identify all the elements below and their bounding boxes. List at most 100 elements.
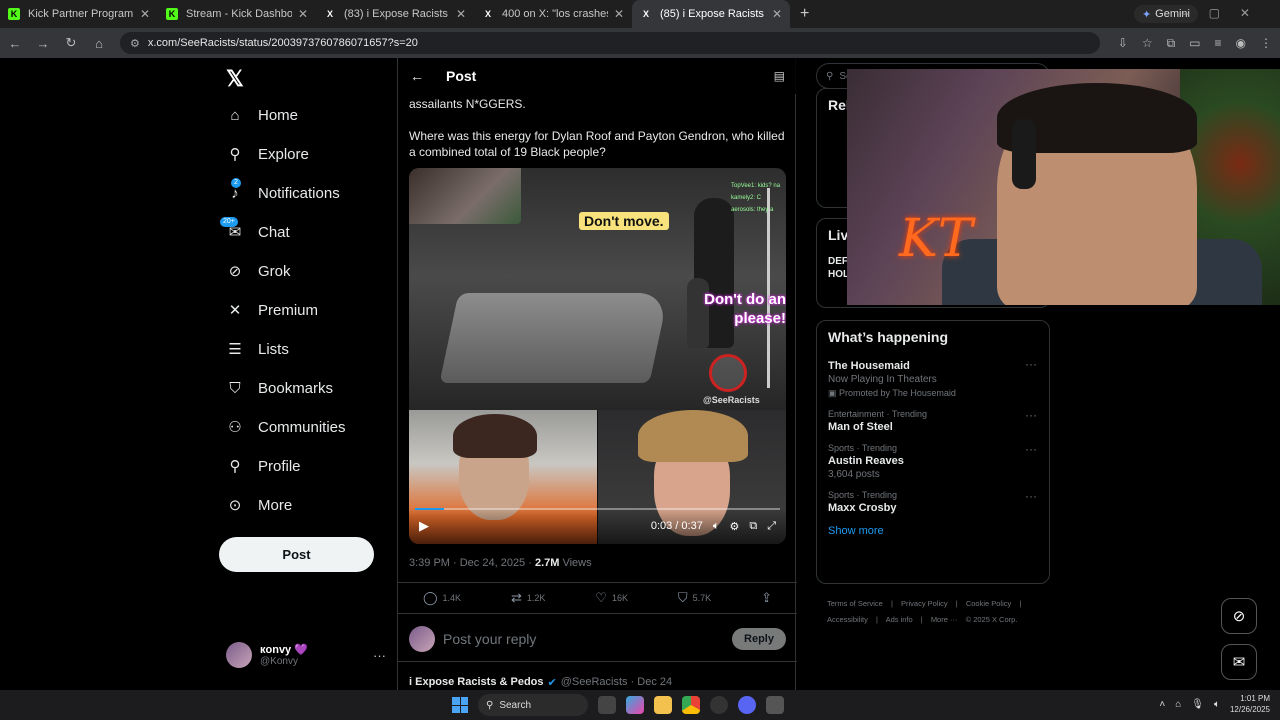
home-icon: ⌂	[230, 106, 240, 124]
app-icon[interactable]	[766, 696, 784, 714]
tab-title: Kick Partner Program - Kick Da	[28, 8, 134, 20]
nav-profile[interactable]: ⚲ Profile	[226, 457, 301, 476]
envelope-icon: ✉	[1232, 654, 1246, 671]
trend-item[interactable]: Entertainment · Trending Man of Steel ··…	[817, 404, 1049, 438]
settings-gear-icon[interactable]: ⚙	[729, 520, 739, 533]
play-icon[interactable]: ▶	[419, 518, 429, 534]
back-arrow-icon[interactable]: ←	[410, 68, 424, 84]
close-tab-icon[interactable]: ✕	[456, 7, 466, 21]
nav-communities[interactable]: ⚇ Communities	[226, 418, 345, 437]
reply-input[interactable]: Post your reply	[443, 631, 536, 647]
extensions-icon[interactable]: ⧉	[1167, 36, 1176, 51]
more-dots-icon[interactable]: ···	[1025, 442, 1037, 456]
more-dots-icon[interactable]: ···	[1025, 357, 1037, 371]
repost-action[interactable]: ⇄ 1.2K	[511, 590, 545, 606]
more-dots-icon[interactable]: ···	[1025, 408, 1037, 422]
address-bar[interactable]: ⚙ x.com/SeeRacists/status/20039737607860…	[120, 32, 1100, 54]
task-view-icon[interactable]	[598, 696, 616, 714]
chevron-up-icon[interactable]: ˄	[1159, 699, 1165, 710]
more-dots-icon[interactable]: ···	[1025, 489, 1037, 503]
volume-icon[interactable]: 🔈︎	[1214, 699, 1220, 710]
card-title: What’s happening	[828, 329, 949, 345]
nav-explore[interactable]: ⚲ Explore	[226, 145, 309, 164]
profile-avatar-icon[interactable]: ◉	[1236, 36, 1246, 51]
browser-tab-1[interactable]: K Kick Partner Program - Kick Da ✕	[0, 0, 158, 28]
nav-chat[interactable]: ✉ 20+ Chat	[220, 217, 290, 241]
install-app-icon[interactable]: ⇩	[1118, 36, 1128, 51]
close-tab-icon[interactable]: ✕	[140, 7, 150, 21]
nav-lists[interactable]: ☰ Lists	[226, 340, 289, 359]
footer-link[interactable]: Terms of Service	[827, 599, 883, 608]
nav-grok[interactable]: ⊘ Grok	[226, 262, 291, 281]
forward-arrow-icon[interactable]: →	[36, 36, 50, 51]
view-count: 2.7M	[534, 557, 560, 569]
next-reply-header[interactable]: i Expose Racists & Pedos ✔ @SeeRacists ·…	[409, 676, 672, 689]
network-icon[interactable]: ⌂	[1175, 699, 1181, 710]
nav-more[interactable]: ⊙ More	[226, 496, 292, 515]
mic-icon[interactable]: 🎙︎	[1191, 699, 1204, 710]
repost-count: 1.2K	[526, 593, 546, 603]
file-explorer-icon[interactable]	[654, 696, 672, 714]
security-camera-footage: TopVee1: kids? na kamely2: C aerosols: t…	[409, 168, 786, 410]
home-icon[interactable]: ⌂	[92, 36, 106, 51]
reader-mode-icon[interactable]: ▤	[774, 69, 785, 83]
split-view-icon[interactable]: ▭	[1189, 36, 1200, 51]
x-logo-icon[interactable]: 𝕏	[226, 66, 244, 92]
views-label: Views	[559, 557, 592, 569]
nav-premium[interactable]: ✕ Premium	[226, 301, 318, 320]
browser-tab-3[interactable]: X (83) i Expose Racists & Pedos ( ✕	[316, 0, 474, 28]
promo-text: Promoted by The Housemaid	[839, 388, 956, 398]
show-more-link[interactable]: Show more	[817, 519, 1049, 547]
messages-fab-button[interactable]: ✉	[1221, 644, 1257, 680]
close-tab-icon[interactable]: ✕	[298, 7, 308, 21]
reply-button[interactable]: Reply	[732, 627, 786, 650]
trend-item[interactable]: The Housemaid Now Playing In Theaters ▣ …	[817, 353, 1049, 404]
copilot-icon[interactable]	[626, 696, 644, 714]
page-title: Post	[446, 68, 477, 84]
clock[interactable]: 1:01 PM 12/26/2025	[1230, 693, 1270, 715]
obs-icon[interactable]	[710, 696, 728, 714]
trend-item[interactable]: Sports · Trending Maxx Crosby ···	[817, 485, 1049, 519]
more-dots-icon[interactable]: ···	[373, 648, 386, 663]
window-controls[interactable]: –▢✕	[1182, 6, 1270, 20]
browser-tab-5-active[interactable]: X (85) i Expose Racists & Pedos o ✕	[632, 0, 790, 28]
media-control-icon[interactable]: ≡	[1215, 36, 1222, 51]
account-text: кonvy 💜 @Konvy	[260, 643, 308, 667]
browser-tab-2[interactable]: K Stream - Kick Dashboard ✕	[158, 0, 316, 28]
chrome-icon[interactable]	[682, 696, 700, 714]
new-tab-button[interactable]: +	[800, 5, 809, 23]
bookmark-action[interactable]: ⛉ 5.7K	[678, 590, 711, 606]
like-action[interactable]: ♡ 16K	[595, 590, 628, 606]
footer-link[interactable]: Cookie Policy	[966, 599, 1011, 608]
account-switcher[interactable]: кonvy 💜 @Konvy ···	[226, 642, 386, 668]
footer-link[interactable]: Ads info	[886, 615, 913, 624]
share-action[interactable]: ⇪	[761, 590, 772, 606]
close-tab-icon[interactable]: ✕	[772, 7, 782, 21]
video-player[interactable]: TopVee1: kids? na kamely2: C aerosols: t…	[409, 168, 786, 544]
footer-link[interactable]: Privacy Policy	[901, 599, 948, 608]
trend-item[interactable]: Sports · Trending Austin Reaves 3,604 po…	[817, 438, 1049, 485]
reply-action[interactable]: ◯ 1.4K	[423, 590, 461, 606]
footer-link[interactable]: More ···	[931, 615, 958, 624]
pip-icon[interactable]: ⧉	[749, 520, 757, 533]
taskbar-search[interactable]: ⚲ Search	[478, 694, 588, 716]
post-timestamp[interactable]: 3:39 PM · Dec 24, 2025 ·	[409, 557, 535, 569]
discord-icon[interactable]	[738, 696, 756, 714]
nav-notifications[interactable]: ♪ 2 Notifications	[226, 178, 340, 202]
browser-tab-4[interactable]: X 400 on X: "los crashes out on cl ✕	[474, 0, 632, 28]
bookmark-star-icon[interactable]: ☆	[1142, 36, 1153, 51]
grok-fab-button[interactable]: ⊘	[1221, 598, 1257, 634]
volume-icon[interactable]: 🔈︎	[713, 520, 720, 533]
browser-menu-icon[interactable]: ⋮	[1260, 36, 1272, 51]
trend-name: The Housemaid	[828, 360, 910, 372]
footer-link[interactable]: Accessibility	[827, 615, 868, 624]
site-info-icon[interactable]: ⚙	[130, 37, 140, 50]
nav-home[interactable]: ⌂ Home	[226, 106, 298, 124]
reload-icon[interactable]: ↻	[64, 35, 78, 51]
back-arrow-icon[interactable]: ←	[8, 36, 22, 51]
close-tab-icon[interactable]: ✕	[614, 7, 624, 21]
nav-bookmarks[interactable]: ⛉ Bookmarks	[226, 379, 333, 397]
windows-start-icon[interactable]	[452, 697, 468, 713]
post-button[interactable]: Post	[219, 537, 374, 572]
fullscreen-icon[interactable]: ⤢	[767, 520, 776, 533]
